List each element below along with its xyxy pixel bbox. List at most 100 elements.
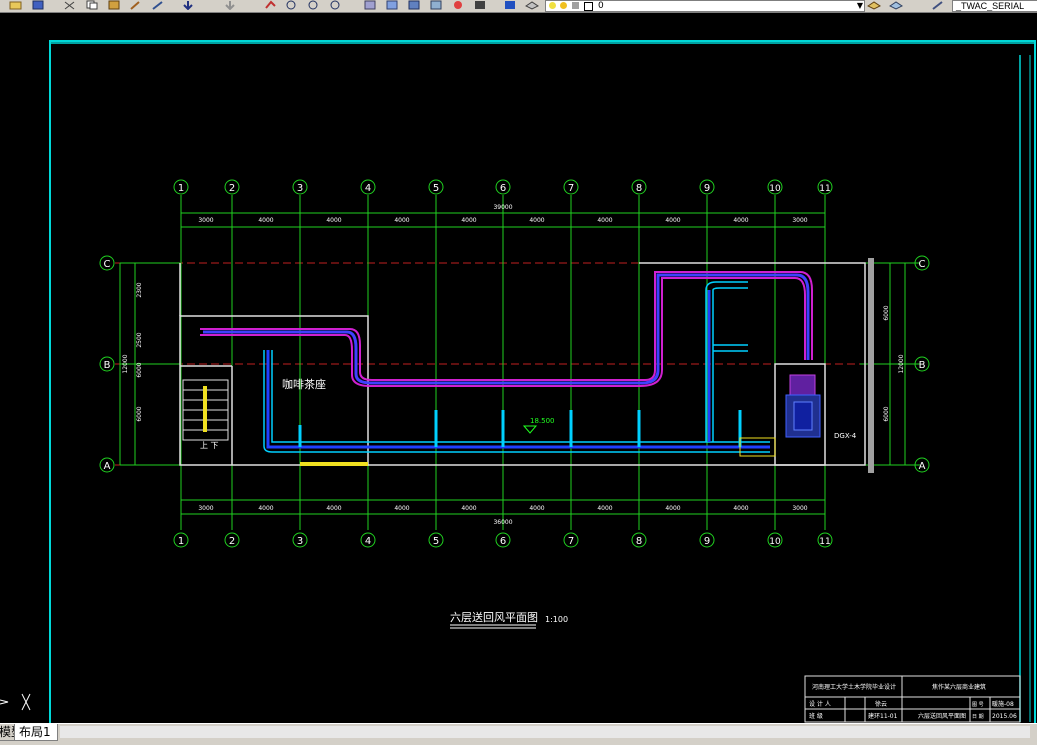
axis-label-top: 10 <box>769 184 781 194</box>
tb-project: 焦作某六层商业建筑 <box>932 683 986 691</box>
properties-icon[interactable] <box>362 0 378 10</box>
layer-manager-icon[interactable] <box>524 0 540 10</box>
undo-icon[interactable] <box>180 0 196 10</box>
span-dim-top: 4000 <box>597 217 612 224</box>
axis-label-bottom: 1 <box>178 536 184 547</box>
axis-label-top: 9 <box>704 183 710 194</box>
axis-label-top: 4 <box>365 183 371 194</box>
zoom-previous-icon[interactable] <box>328 0 344 10</box>
span-dim-top: 4000 <box>394 217 409 224</box>
redo-icon[interactable] <box>222 0 238 10</box>
total-dim-top: 39000 <box>493 204 512 211</box>
tb-date: 2015.06 <box>992 713 1017 720</box>
markup-icon[interactable] <box>450 0 466 10</box>
standard-toolbar: 0 ▼ _TWAC_SERIAL <box>0 0 1037 13</box>
lock-icon[interactable] <box>572 2 579 9</box>
row-label-right: C <box>919 259 926 270</box>
tb-drawing-no: 暖施-08 <box>992 700 1014 708</box>
span-dim-bottom: 4000 <box>461 505 476 512</box>
span-dim-top: 4000 <box>665 217 680 224</box>
axis-label-top: 3 <box>297 183 303 194</box>
lightbulb-icon[interactable] <box>549 2 556 9</box>
axis-label-top: 8 <box>636 183 642 194</box>
supply-air-duct <box>263 281 770 453</box>
color-swatch-icon <box>584 2 593 11</box>
layer-previous-icon[interactable] <box>866 0 882 10</box>
exterior-wall-bar <box>868 258 874 473</box>
row-label-right: B <box>919 360 926 371</box>
sun-icon[interactable] <box>560 2 567 9</box>
help-icon[interactable] <box>502 0 518 10</box>
span-dim-bottom: 4000 <box>394 505 409 512</box>
span-dim-bottom: 4000 <box>529 505 544 512</box>
chevron-down-icon[interactable]: ▼ <box>857 1 863 11</box>
tb-designer: 徐云 <box>875 700 887 708</box>
tb-design-label: 设 计 人 <box>809 700 831 708</box>
cut-icon[interactable] <box>62 0 78 10</box>
axis-label-top: 7 <box>568 183 574 194</box>
row-label-left: C <box>104 259 111 270</box>
span-dim-bottom: 4000 <box>665 505 680 512</box>
copy-icon[interactable] <box>84 0 100 10</box>
building-walls <box>179 262 866 466</box>
save-icon[interactable] <box>30 0 46 10</box>
row-label-left: B <box>104 360 111 371</box>
zoom-realtime-icon[interactable] <box>284 0 300 10</box>
left-dim: 6000 <box>136 406 143 421</box>
plan-scale: 1:100 <box>545 615 568 624</box>
layout-tabs: 模型 布局1 <box>0 723 1037 745</box>
paste-icon[interactable] <box>106 0 122 10</box>
left-dim: 2500 <box>136 332 143 347</box>
right-dim: 6000 <box>883 406 890 421</box>
zoom-window-icon[interactable] <box>306 0 322 10</box>
yellow-wall-segment <box>300 462 368 466</box>
unit-label: DGX-4 <box>834 432 857 440</box>
span-dim-top: 4000 <box>529 217 544 224</box>
tb-drawing-no-label: 图 号 <box>972 702 984 708</box>
right-dim: 6000 <box>883 305 890 320</box>
air-handling-unit <box>785 374 821 438</box>
span-dim-bottom: 3000 <box>198 505 213 512</box>
tool-palette-icon[interactable] <box>406 0 422 10</box>
return-air-duct <box>200 271 813 387</box>
axis-label-bottom: 11 <box>819 537 830 547</box>
axis-label-bottom: 4 <box>365 536 371 547</box>
axis-label-bottom: 9 <box>704 536 710 547</box>
style-icon[interactable] <box>930 0 946 10</box>
room-label: 咖啡茶座 <box>282 377 326 391</box>
layer-dropdown[interactable]: 0 ▼ <box>545 0 865 12</box>
left-dim: 6000 <box>136 362 143 377</box>
axis-label-top: 11 <box>819 184 830 194</box>
brush-icon[interactable] <box>150 0 166 10</box>
span-dim-top: 3000 <box>198 217 213 224</box>
title-block <box>804 675 1021 723</box>
left-dim: 2300 <box>136 282 143 297</box>
tb-sheet-title: 六层送回风平面图 <box>918 712 966 720</box>
span-dim-top: 4000 <box>326 217 341 224</box>
axis-label-top: 6 <box>500 183 506 194</box>
axis-label-top: 1 <box>178 183 184 194</box>
axis-label-bottom: 6 <box>500 536 506 547</box>
span-dim-bottom: 4000 <box>326 505 341 512</box>
layer-state-icon[interactable] <box>888 0 904 10</box>
tb-class: 建环11-01 <box>868 712 898 720</box>
total-dim-bottom: 36000 <box>493 519 512 526</box>
span-dim-bottom: 4000 <box>597 505 612 512</box>
pan-icon[interactable] <box>262 0 278 10</box>
match-prop-icon[interactable] <box>128 0 144 10</box>
horizontal-scrollbar[interactable] <box>60 726 1030 738</box>
sheet-set-icon[interactable] <box>428 0 444 10</box>
style-dropdown[interactable]: _TWAC_SERIAL <box>952 0 1037 12</box>
calculator-icon[interactable] <box>472 0 488 10</box>
supply-air-duct-core <box>266 290 770 449</box>
plan-title: 六层送回风平面图 <box>450 610 538 624</box>
tab-layout1[interactable]: 布局1 <box>14 724 58 741</box>
elevation-symbol <box>522 425 538 434</box>
left-dim: 12000 <box>122 354 129 373</box>
row-label-right: A <box>919 461 926 472</box>
drawing-canvas[interactable]: 1 2 3 4 5 6 7 8 9 10 11 1 2 3 4 5 6 7 8 … <box>0 13 1037 732</box>
open-icon[interactable] <box>8 0 24 10</box>
dimension-lines <box>119 195 920 530</box>
right-dim: 12000 <box>898 354 905 373</box>
design-center-icon[interactable] <box>384 0 400 10</box>
